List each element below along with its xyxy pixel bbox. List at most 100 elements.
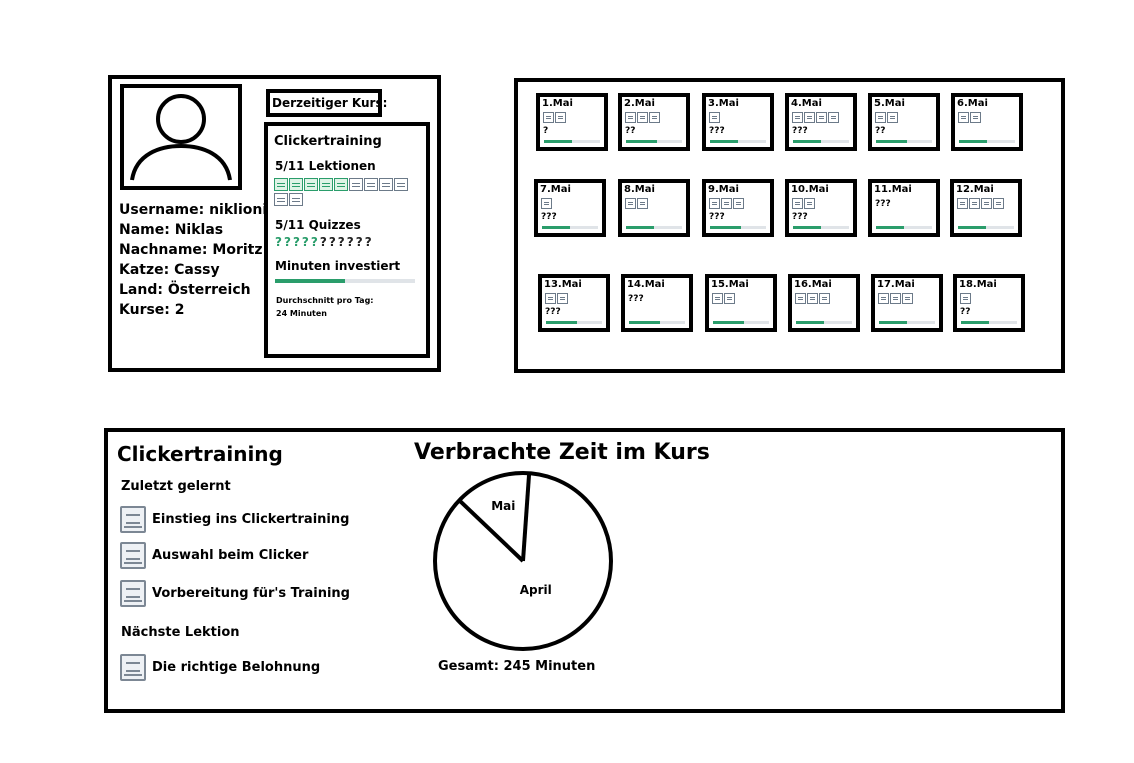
day-quiz-marks: ??	[875, 126, 886, 136]
day-label: 2.Mai	[624, 98, 655, 109]
username: Username: niklioni	[119, 202, 268, 218]
calendar-day[interactable]: 16.Mai	[788, 274, 860, 332]
lesson-icon	[957, 198, 968, 209]
day-label: 5.Mai	[874, 98, 905, 109]
day-label: 12.Mai	[956, 184, 994, 195]
day-progress-fill	[542, 226, 570, 229]
lesson-icon	[625, 198, 636, 209]
day-progress-fill	[961, 321, 989, 324]
day-quiz-marks: ???	[709, 212, 725, 222]
day-progress-bar	[629, 321, 685, 324]
lesson-icon	[120, 579, 146, 607]
lesson-status-icon	[334, 178, 348, 191]
lesson-icon	[733, 198, 744, 209]
day-progress-fill	[713, 321, 744, 324]
lesson-icon	[890, 293, 901, 304]
day-label: 3.Mai	[708, 98, 739, 109]
day-quiz-marks: ???	[628, 294, 644, 304]
day-progress-fill	[959, 140, 987, 143]
lesson-icon	[792, 198, 803, 209]
day-label: 11.Mai	[874, 184, 912, 195]
day-progress-fill	[710, 140, 738, 143]
calendar-day[interactable]: 2.Mai??	[618, 93, 690, 151]
calendar-day[interactable]: 8.Mai	[618, 179, 690, 237]
day-progress-bar	[959, 140, 1015, 143]
quiz-status-mark: ?	[328, 235, 338, 249]
calendar-day[interactable]: 11.Mai???	[868, 179, 940, 237]
next-lesson-title: Die richtige Belohnung	[152, 659, 321, 675]
quiz-status-mark: ?	[275, 235, 284, 249]
course-detail-panel: Clickertraining Zuletzt gelernt Einstieg…	[104, 428, 1065, 713]
quiz-status-mark: ?	[337, 235, 347, 249]
day-quiz-marks: ???	[875, 199, 891, 209]
lesson-icon	[120, 653, 146, 681]
current-course-heading: Derzeitiger Kurs:	[266, 89, 387, 117]
day-quiz-marks: ???	[792, 126, 808, 136]
day-progress-bar	[546, 321, 602, 324]
minutes-progress-fill	[275, 279, 345, 283]
lesson-title: Auswahl beim Clicker	[152, 547, 309, 563]
lesson-icon	[960, 293, 971, 304]
calendar-day[interactable]: 5.Mai??	[868, 93, 940, 151]
calendar-day[interactable]: 12.Mai	[950, 179, 1022, 237]
recent-lesson-item[interactable]: Auswahl beim Clicker	[120, 540, 308, 570]
lesson-icon	[724, 293, 735, 304]
next-lesson-item[interactable]: Die richtige Belohnung	[120, 652, 320, 682]
day-lesson-icons	[960, 293, 971, 304]
day-label: 6.Mai	[957, 98, 988, 109]
calendar-day[interactable]: 3.Mai???	[702, 93, 774, 151]
day-label: 18.Mai	[959, 279, 997, 290]
day-label: 17.Mai	[877, 279, 915, 290]
calendar-day[interactable]: 13.Mai???	[538, 274, 610, 332]
time-chart-title: Verbrachte Zeit im Kurs	[414, 440, 710, 465]
recent-lesson-item[interactable]: Vorbereitung für's Training	[120, 578, 350, 608]
lesson-status-icon	[349, 178, 363, 191]
calendar-day[interactable]: 17.Mai	[871, 274, 943, 332]
calendar-day[interactable]: 9.Mai???	[702, 179, 774, 237]
day-progress-fill	[876, 140, 907, 143]
recent-lesson-item[interactable]: Einstieg ins Clickertraining	[120, 504, 349, 534]
pie-slice-label: April	[520, 583, 552, 597]
calendar-day[interactable]: 14.Mai???	[621, 274, 693, 332]
lesson-icon	[795, 293, 806, 304]
calendar-day[interactable]: 7.Mai???	[534, 179, 606, 237]
calendar-day[interactable]: 18.Mai??	[953, 274, 1025, 332]
calendar-day[interactable]: 1.Mai?	[536, 93, 608, 151]
user-icon	[130, 94, 232, 181]
day-progress-bar	[961, 321, 1017, 324]
lesson-icon	[807, 293, 818, 304]
day-quiz-marks: ?	[543, 126, 549, 136]
calendar-day[interactable]: 4.Mai???	[785, 93, 857, 151]
day-lesson-icons	[795, 293, 830, 304]
lesson-icon	[120, 541, 146, 569]
next-lesson-heading: Nächste Lektion	[121, 625, 240, 640]
country: Land: Österreich	[119, 282, 251, 298]
day-lesson-icons	[875, 112, 898, 123]
avatar[interactable]	[120, 84, 242, 190]
day-lesson-icons	[792, 198, 815, 209]
lesson-icon	[709, 198, 720, 209]
calendar-day[interactable]: 10.Mai???	[785, 179, 857, 237]
lesson-icon	[970, 112, 981, 123]
calendar-day[interactable]: 15.Mai	[705, 274, 777, 332]
cat-name: Katze: Cassy	[119, 262, 220, 278]
lesson-icon	[993, 198, 1004, 209]
lesson-status-icon	[364, 178, 378, 191]
day-quiz-marks: ??	[960, 307, 971, 317]
lesson-icon	[545, 293, 556, 304]
lesson-icon	[637, 198, 648, 209]
lesson-status-icon	[289, 193, 303, 206]
day-progress-bar	[710, 226, 766, 229]
quizzes-progress-label: 5/11 Quizzes	[275, 218, 361, 232]
day-quiz-marks: ???	[792, 212, 808, 222]
day-progress-bar	[793, 226, 849, 229]
current-course-card[interactable]: Clickertraining 5/11 Lektionen 5/11 Quiz…	[264, 122, 430, 358]
calendar-day[interactable]: 6.Mai	[951, 93, 1023, 151]
day-label: 8.Mai	[624, 184, 655, 195]
day-progress-bar	[876, 226, 932, 229]
day-lesson-icons	[545, 293, 568, 304]
calendar-panel: 1.Mai? 2.Mai?? 3.Mai??? 4.Mai??? 5.Mai?? 6.Ma…	[514, 78, 1065, 373]
day-progress-bar	[793, 140, 849, 143]
day-progress-fill	[796, 321, 824, 324]
lesson-icon	[902, 293, 913, 304]
